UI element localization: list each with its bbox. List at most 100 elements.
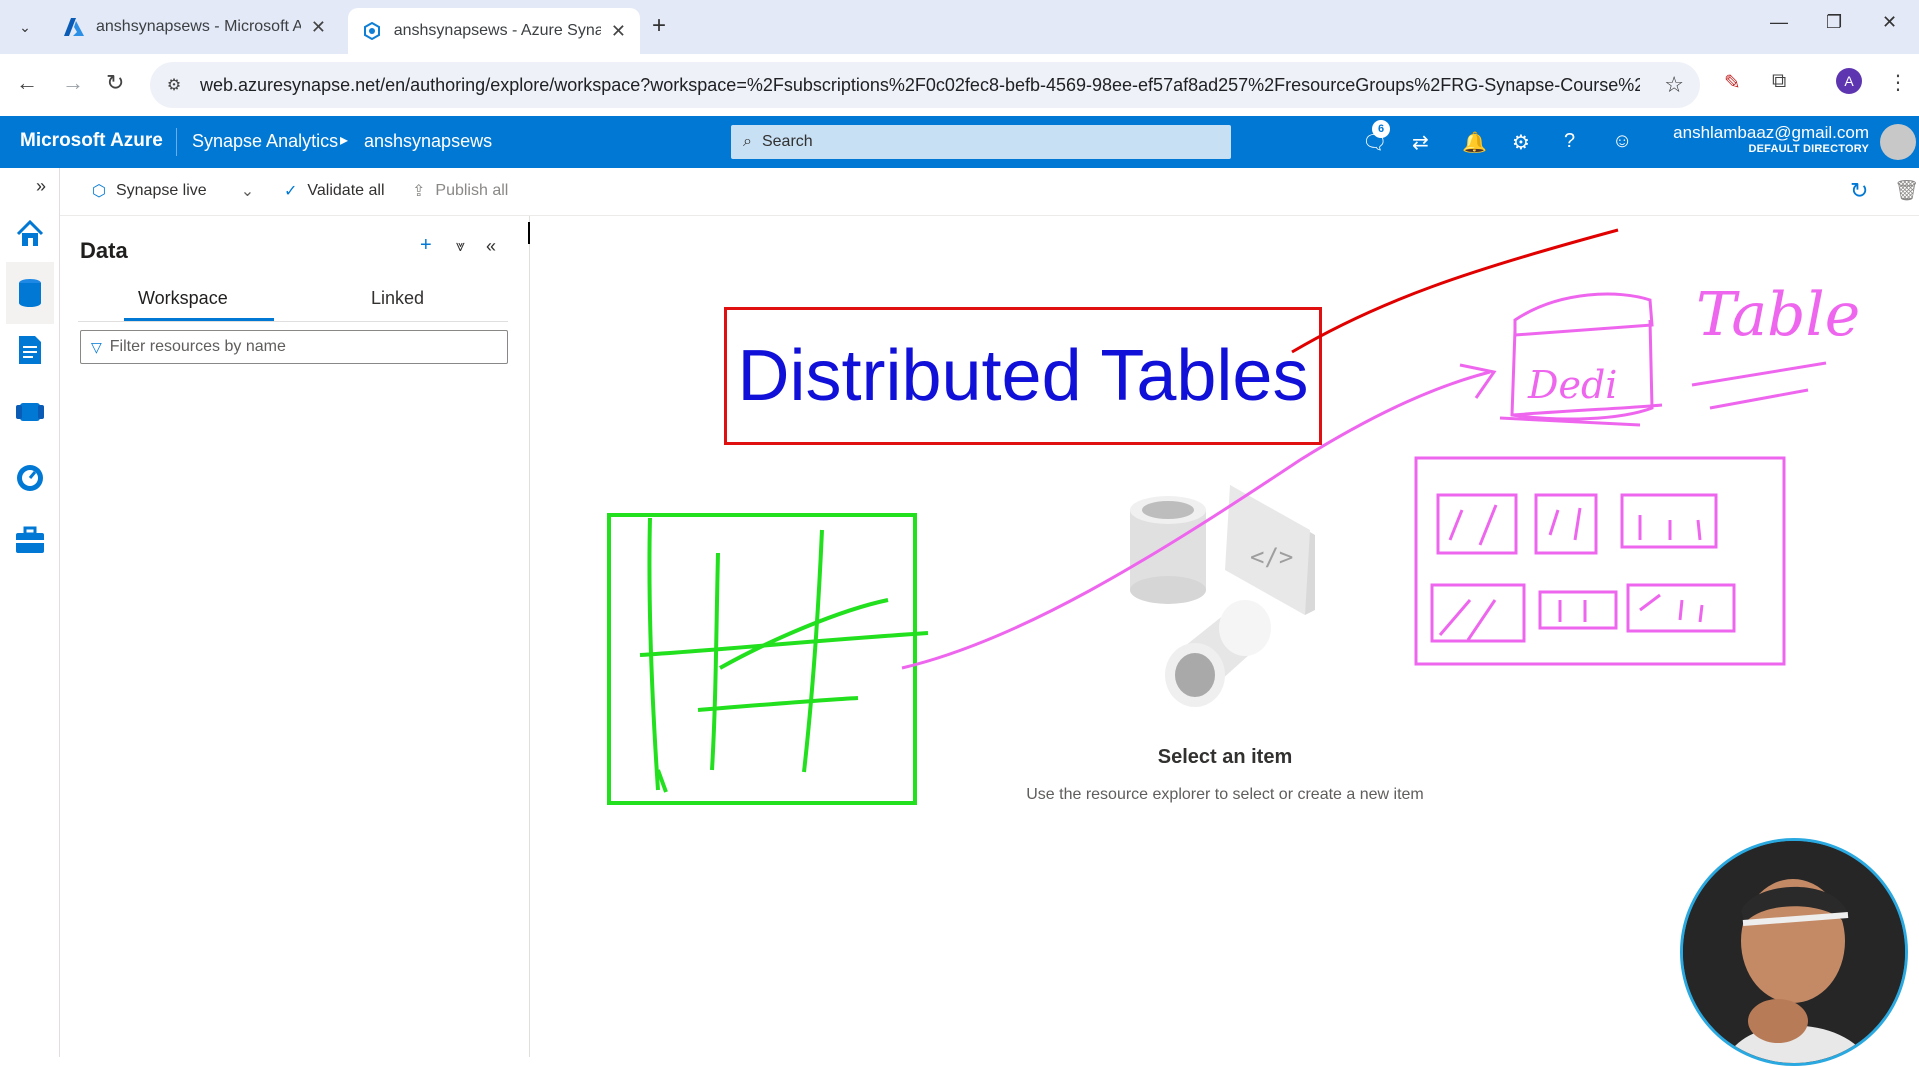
azure-header: Microsoft Azure Synapse Analytics ▸ ansh… bbox=[0, 116, 1919, 168]
url-text[interactable]: web.azuresynapse.net/en/authoring/explor… bbox=[200, 75, 1640, 96]
extensions-puzzle-icon[interactable]: ⧉ bbox=[1772, 70, 1786, 93]
restore-icon[interactable]: ❐ bbox=[1826, 12, 1842, 33]
rail-data[interactable] bbox=[6, 262, 54, 324]
browser-toolbar: ← → ↻ ⚙ web.azuresynapse.net/en/authorin… bbox=[0, 54, 1919, 116]
left-navigation-rail: » bbox=[0, 168, 60, 1057]
pipe-icon bbox=[1165, 600, 1271, 707]
browser-tab-synapse[interactable]: anshsynapsews - Azure Synaps ✕ bbox=[348, 8, 640, 54]
bell-icon[interactable]: 🔔 bbox=[1462, 130, 1487, 155]
more-menu-icon[interactable]: ⋮ bbox=[1888, 70, 1908, 95]
address-bar[interactable]: ⚙ web.azuresynapse.net/en/authoring/expl… bbox=[150, 62, 1700, 108]
tab-divider bbox=[78, 321, 508, 322]
callout-text: Distributed Tables bbox=[737, 336, 1309, 416]
home-icon bbox=[16, 219, 44, 246]
profile-avatar[interactable]: A bbox=[1836, 68, 1862, 94]
filter-input[interactable]: ▽ Filter resources by name bbox=[80, 330, 508, 364]
validate-all-button[interactable]: ✓ Validate all bbox=[284, 181, 385, 201]
tab-title: anshsynapsews - Azure Synaps bbox=[393, 22, 601, 39]
gear-icon[interactable]: ⚙ bbox=[1512, 130, 1530, 155]
collapse-pane-icon[interactable]: « bbox=[486, 236, 496, 257]
svg-text:</>: </> bbox=[1250, 543, 1293, 571]
validate-all-label: Validate all bbox=[307, 182, 385, 199]
account-email: anshlambaaz@gmail.com bbox=[1673, 123, 1869, 142]
forward-icon[interactable]: → bbox=[62, 70, 84, 96]
pipeline-icon bbox=[16, 403, 44, 421]
rail-monitor[interactable] bbox=[10, 458, 50, 498]
tab-linked[interactable]: Linked bbox=[371, 288, 424, 309]
publish-all-label: Publish all bbox=[435, 182, 509, 199]
empty-state-subtitle: Use the resource explorer to select or c… bbox=[1026, 786, 1424, 803]
distributed-tables-callout: Distributed Tables bbox=[724, 307, 1322, 445]
table-handwriting: Table bbox=[1691, 280, 1860, 410]
search-placeholder: Search bbox=[761, 133, 813, 150]
add-icon[interactable]: + bbox=[420, 234, 432, 257]
reload-icon[interactable]: ↻ bbox=[106, 70, 124, 96]
distributions-drawing bbox=[1414, 456, 1786, 666]
new-tab-button[interactable]: + bbox=[652, 12, 666, 40]
text-cursor bbox=[528, 222, 530, 244]
green-hash-drawing bbox=[607, 513, 929, 805]
publish-all-button[interactable]: ⇪ Publish all bbox=[412, 181, 508, 201]
back-icon[interactable]: ← bbox=[16, 70, 38, 96]
mode-label: Synapse live bbox=[115, 182, 207, 199]
synapse-logo-icon: ⬡ bbox=[92, 183, 106, 200]
database-icon bbox=[19, 279, 41, 307]
extension-icon[interactable]: ✎ bbox=[1724, 70, 1741, 95]
feedback-icon[interactable]: ☺ bbox=[1612, 130, 1632, 153]
chevron-down-icon: ⌄ bbox=[19, 18, 31, 35]
user-avatar[interactable] bbox=[1880, 124, 1916, 160]
expand-rail-icon[interactable]: » bbox=[36, 176, 46, 197]
notification-badge: 6 bbox=[1372, 120, 1390, 138]
tab-workspace[interactable]: Workspace bbox=[138, 288, 228, 309]
rail-manage[interactable] bbox=[10, 520, 50, 560]
database-cylinder-icon bbox=[1130, 496, 1206, 604]
tab-title: anshsynapsews - Microsoft Azu bbox=[96, 18, 301, 35]
close-window-icon[interactable]: ✕ bbox=[1882, 12, 1897, 33]
toolbox-icon bbox=[16, 526, 44, 553]
synapse-live-dropdown[interactable]: ⬡ Synapse live ⌄ bbox=[92, 181, 254, 201]
close-icon[interactable]: ✕ bbox=[611, 21, 626, 42]
discard-icon[interactable]: 🗑 bbox=[1894, 178, 1919, 203]
search-input[interactable]: ⌕ Search bbox=[731, 125, 1231, 159]
site-info-icon[interactable]: ⚙ bbox=[162, 73, 186, 97]
empty-state-illustration: </> bbox=[1130, 485, 1315, 707]
active-tab-indicator bbox=[124, 318, 274, 321]
breadcrumb-chevron-icon: ▸ bbox=[340, 132, 349, 149]
breadcrumb-workspace[interactable]: anshsynapsews bbox=[364, 131, 492, 152]
account-info[interactable]: anshlambaaz@gmail.com DEFAULT DIRECTORY bbox=[1673, 123, 1869, 155]
data-explorer-pane: Data + ⩔ « Workspace Linked ▽ Filter res… bbox=[60, 216, 530, 1057]
webcam-overlay bbox=[1680, 838, 1908, 1066]
azure-brand[interactable]: Microsoft Azure bbox=[20, 130, 163, 152]
chevron-down-icon: ⌄ bbox=[240, 183, 255, 200]
command-bar: ⬡ Synapse live ⌄ ✓ Validate all ⇪ Publis… bbox=[60, 168, 1919, 216]
filter-icon: ▽ bbox=[91, 338, 102, 355]
breadcrumb-synapse-analytics[interactable]: Synapse Analytics bbox=[192, 131, 338, 152]
refresh-icon[interactable]: ↻ bbox=[1850, 178, 1868, 204]
code-window-icon: </> bbox=[1225, 485, 1315, 615]
red-pointer-line bbox=[1291, 228, 1619, 354]
rail-integrate[interactable] bbox=[10, 392, 50, 432]
minimize-icon[interactable]: — bbox=[1770, 12, 1788, 33]
publish-icon: ⇪ bbox=[412, 183, 426, 200]
header-divider bbox=[176, 128, 177, 156]
close-icon[interactable]: ✕ bbox=[311, 17, 326, 38]
monitor-gauge-icon bbox=[17, 465, 43, 491]
filter-placeholder: Filter resources by name bbox=[109, 338, 286, 355]
azure-logo-icon bbox=[64, 17, 84, 37]
rail-develop[interactable] bbox=[10, 330, 50, 370]
browser-tab-strip: ⌄ anshsynapsews - Microsoft Azu ✕ anshsy… bbox=[0, 0, 1919, 54]
empty-state-title: Select an item bbox=[1157, 746, 1293, 768]
collapse-all-icon[interactable]: ⩔ bbox=[456, 238, 465, 256]
dedicated-pool-drawing: Dedi bbox=[1499, 292, 1663, 427]
account-directory: DEFAULT DIRECTORY bbox=[1748, 143, 1869, 155]
document-icon bbox=[19, 336, 41, 364]
browser-tab-azure-portal[interactable]: anshsynapsews - Microsoft Azu ✕ bbox=[50, 8, 340, 46]
bookmark-star-icon[interactable]: ☆ bbox=[1664, 72, 1684, 98]
rail-home[interactable] bbox=[10, 214, 50, 254]
directory-switch-icon[interactable]: ⇄ bbox=[1412, 130, 1429, 155]
pane-title: Data bbox=[80, 238, 128, 263]
dedi-label: Dedi bbox=[1527, 363, 1617, 407]
presenter-video bbox=[1683, 841, 1905, 1063]
help-icon[interactable]: ? bbox=[1564, 130, 1575, 153]
tab-search-button[interactable]: ⌄ bbox=[10, 12, 40, 42]
